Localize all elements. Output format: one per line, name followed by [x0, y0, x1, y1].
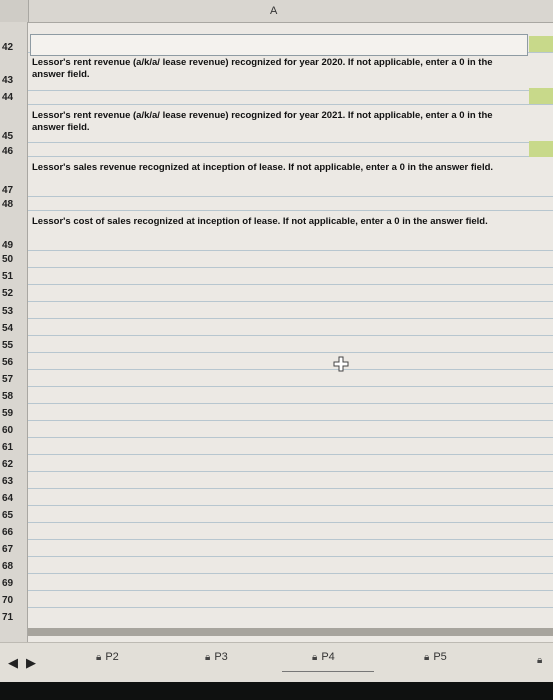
row-number[interactable]: 55 — [2, 340, 13, 351]
column-a-header[interactable]: A — [270, 5, 277, 17]
row-gridline — [28, 301, 553, 302]
select-all-corner[interactable] — [0, 0, 29, 22]
row-number[interactable]: 51 — [2, 271, 13, 282]
row-number[interactable]: 60 — [2, 425, 13, 436]
row-gridline — [28, 607, 553, 608]
row-number-column: 42 43 44 45 46 47 48 49 50 51 52 53 54 5… — [0, 22, 28, 642]
active-tab-indicator — [282, 671, 374, 672]
sheet-tab-bar: ◀ ▶ 🔒︎ P2 🔒︎ P3 🔒︎ P4 🔒︎ P5 🔒︎ — [0, 642, 553, 683]
row-number[interactable]: 65 — [2, 510, 13, 521]
row-number[interactable]: 46 — [2, 146, 13, 157]
tab-label: P3 — [214, 651, 228, 663]
prompt-rent-revenue-2020: Lessor's rent revenue (a/k/a/ lease reve… — [32, 57, 493, 80]
lock-icon: 🔒︎ — [424, 651, 430, 663]
crosshair-cursor-icon — [333, 356, 349, 372]
row-number[interactable]: 52 — [2, 288, 13, 299]
row-number[interactable]: 56 — [2, 357, 13, 368]
row-gridline — [28, 573, 553, 574]
row-gridline — [28, 352, 553, 353]
row-number[interactable]: 57 — [2, 374, 13, 385]
row-number[interactable]: 62 — [2, 459, 13, 470]
row-gridline — [28, 590, 553, 591]
row-number[interactable]: 49 — [2, 240, 13, 251]
row-number[interactable]: 50 — [2, 254, 13, 265]
answer-cell[interactable] — [529, 141, 553, 157]
row-gridline — [28, 437, 553, 438]
prompt-rent-revenue-2021: Lessor's rent revenue (a/k/a/ lease reve… — [32, 110, 493, 133]
row-gridline — [28, 369, 553, 370]
lock-icon: 🔒︎ — [537, 655, 543, 666]
row-gridline — [28, 267, 553, 268]
row-gridline — [28, 90, 553, 91]
row-gridline — [28, 250, 553, 251]
row-gridline — [28, 488, 553, 489]
row-gridline — [28, 420, 553, 421]
row-gridline — [28, 556, 553, 557]
prompt-cost-of-sales: Lessor's cost of sales recognized at inc… — [32, 216, 488, 227]
tab-label: P2 — [105, 651, 119, 663]
row-number[interactable]: 61 — [2, 442, 13, 453]
spreadsheet: A 42 43 44 45 46 47 48 49 50 51 52 53 54… — [0, 0, 553, 700]
row-number[interactable]: 66 — [2, 527, 13, 538]
answer-cell[interactable] — [529, 88, 553, 104]
tab-p4[interactable]: 🔒︎ P4 — [312, 651, 335, 663]
row-number[interactable]: 59 — [2, 408, 13, 419]
row-number[interactable]: 42 — [2, 42, 13, 53]
row-number[interactable]: 43 — [2, 75, 13, 86]
row-gridline — [28, 403, 553, 404]
row-number[interactable]: 54 — [2, 323, 13, 334]
row-number[interactable]: 48 — [2, 199, 13, 210]
row-gridline — [28, 318, 553, 319]
row-number[interactable]: 47 — [2, 185, 13, 196]
row-number[interactable]: 71 — [2, 612, 13, 623]
tab-label: P5 — [433, 651, 447, 663]
tab-p5[interactable]: 🔒︎ P5 — [424, 651, 447, 663]
row-gridline — [28, 454, 553, 455]
tab-p2[interactable]: 🔒︎ P2 — [96, 651, 119, 663]
prev-sheet-icon[interactable]: ◀ — [8, 655, 18, 671]
row-number[interactable]: 63 — [2, 476, 13, 487]
row-number[interactable]: 53 — [2, 306, 13, 317]
row-number[interactable]: 70 — [2, 595, 13, 606]
lock-icon: 🔒︎ — [312, 651, 318, 663]
row-gridline — [28, 539, 553, 540]
row-gridline — [28, 471, 553, 472]
row-gridline — [28, 210, 553, 211]
row-number[interactable]: 69 — [2, 578, 13, 589]
row-gridline — [28, 386, 553, 387]
tab-label: P4 — [321, 651, 335, 663]
row-gridline — [28, 522, 553, 523]
row-gridline — [28, 156, 553, 157]
screen-edge — [0, 682, 553, 700]
tab-p3[interactable]: 🔒︎ P3 — [205, 651, 228, 663]
row-number[interactable]: 45 — [2, 131, 13, 142]
row-gridline — [28, 505, 553, 506]
row-gridline — [28, 335, 553, 336]
row-number[interactable]: 58 — [2, 391, 13, 402]
row-gridline — [28, 142, 553, 143]
header-cell-box — [30, 34, 528, 56]
row-number[interactable]: 44 — [2, 92, 13, 103]
column-header-bar: A — [0, 0, 553, 23]
row-gridline — [28, 196, 553, 197]
answer-cell[interactable] — [529, 36, 553, 52]
horizontal-scrollbar[interactable] — [28, 628, 553, 636]
prompt-sales-revenue: Lessor's sales revenue recognized at inc… — [32, 162, 494, 173]
row-number[interactable]: 68 — [2, 561, 13, 572]
lock-icon: 🔒︎ — [96, 651, 102, 663]
row-gridline — [28, 104, 553, 105]
next-sheet-icon[interactable]: ▶ — [26, 655, 36, 671]
row-number[interactable]: 67 — [2, 544, 13, 555]
row-number[interactable]: 64 — [2, 493, 13, 504]
lock-icon: 🔒︎ — [205, 651, 211, 663]
row-gridline — [28, 284, 553, 285]
